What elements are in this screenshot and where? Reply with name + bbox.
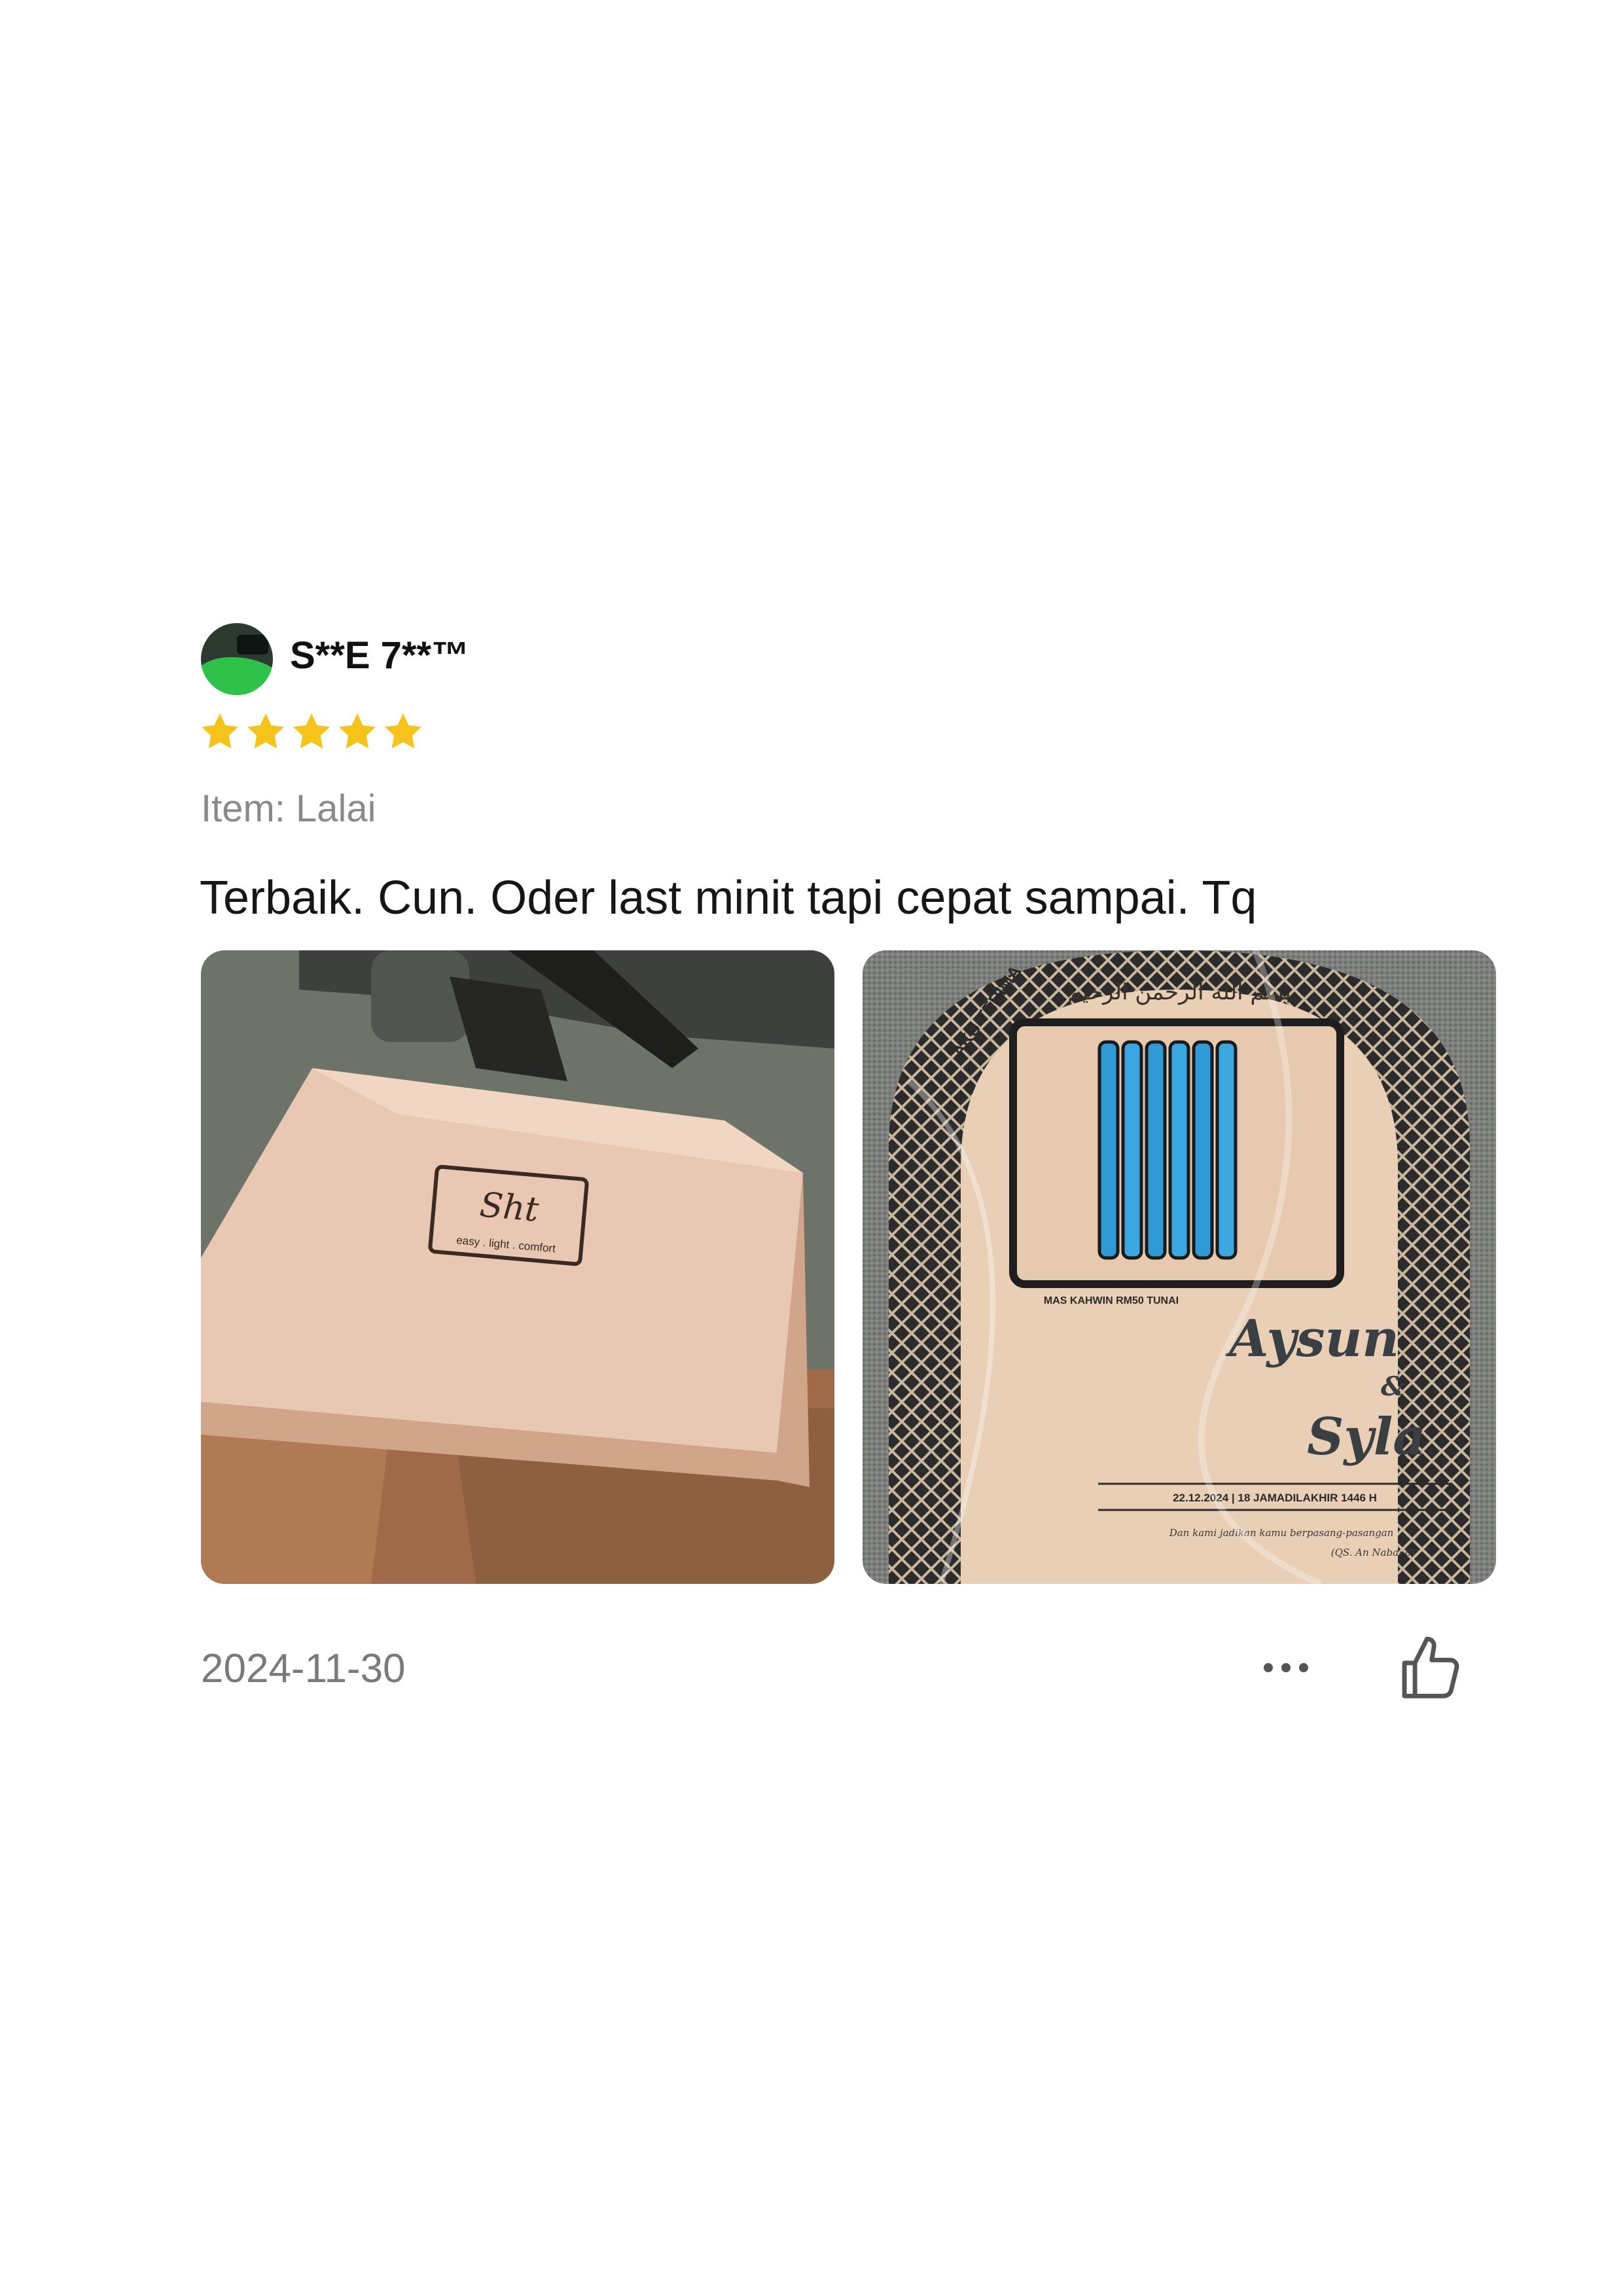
- review-text: Terbaik. Cun. Oder last minit tapi cepat…: [200, 872, 1257, 924]
- star-icon: [247, 713, 285, 749]
- frame-mas-kahwin: MAS KAHWIN RM50 TUNAI: [1044, 1295, 1179, 1306]
- frame-verse: Dan kami jadikan kamu berpasang-pasangan: [1169, 1527, 1394, 1539]
- like-button[interactable]: [1394, 1633, 1466, 1705]
- frame-name-1: Aysun: [1224, 1309, 1399, 1369]
- more-options-button[interactable]: [1257, 1648, 1315, 1687]
- review-photo-frame[interactable]: بسم الله الرحمن الرحيم AKU TERIMA MAS KA…: [863, 950, 1496, 1584]
- frame-verse-ref: (QS. An Naba: 8): [1331, 1547, 1416, 1558]
- star-icon: [293, 713, 330, 749]
- more-dots-icon: [1264, 1663, 1308, 1672]
- reviewer-name: S**E 7**™: [290, 634, 470, 677]
- frame-calligraphy: بسم الله الرحمن الرحيم: [1067, 979, 1291, 1005]
- star-icon: [201, 713, 239, 749]
- frame-name-2: Syla: [1307, 1407, 1426, 1467]
- review-photo-box[interactable]: Sht easy . light . comfort: [201, 950, 834, 1584]
- review-date: 2024-11-30: [201, 1646, 406, 1691]
- frame-date-line: 22.12.2024 | 18 JAMADILAKHIR 1446 H: [1173, 1492, 1377, 1504]
- star-icon: [338, 713, 376, 749]
- star-icon: [384, 713, 422, 749]
- review-card: S**E 7**™ Item: Lalai Terbaik. Cun. Oder…: [0, 0, 1623, 2296]
- thumbs-up-icon: [1402, 1636, 1459, 1698]
- rating-stars: [198, 710, 425, 753]
- frame-ampersand: &: [1381, 1371, 1404, 1402]
- box-logo-main: Sht: [478, 1185, 541, 1230]
- avatar[interactable]: [201, 623, 273, 695]
- item-variant: Item: Lalai: [201, 787, 376, 830]
